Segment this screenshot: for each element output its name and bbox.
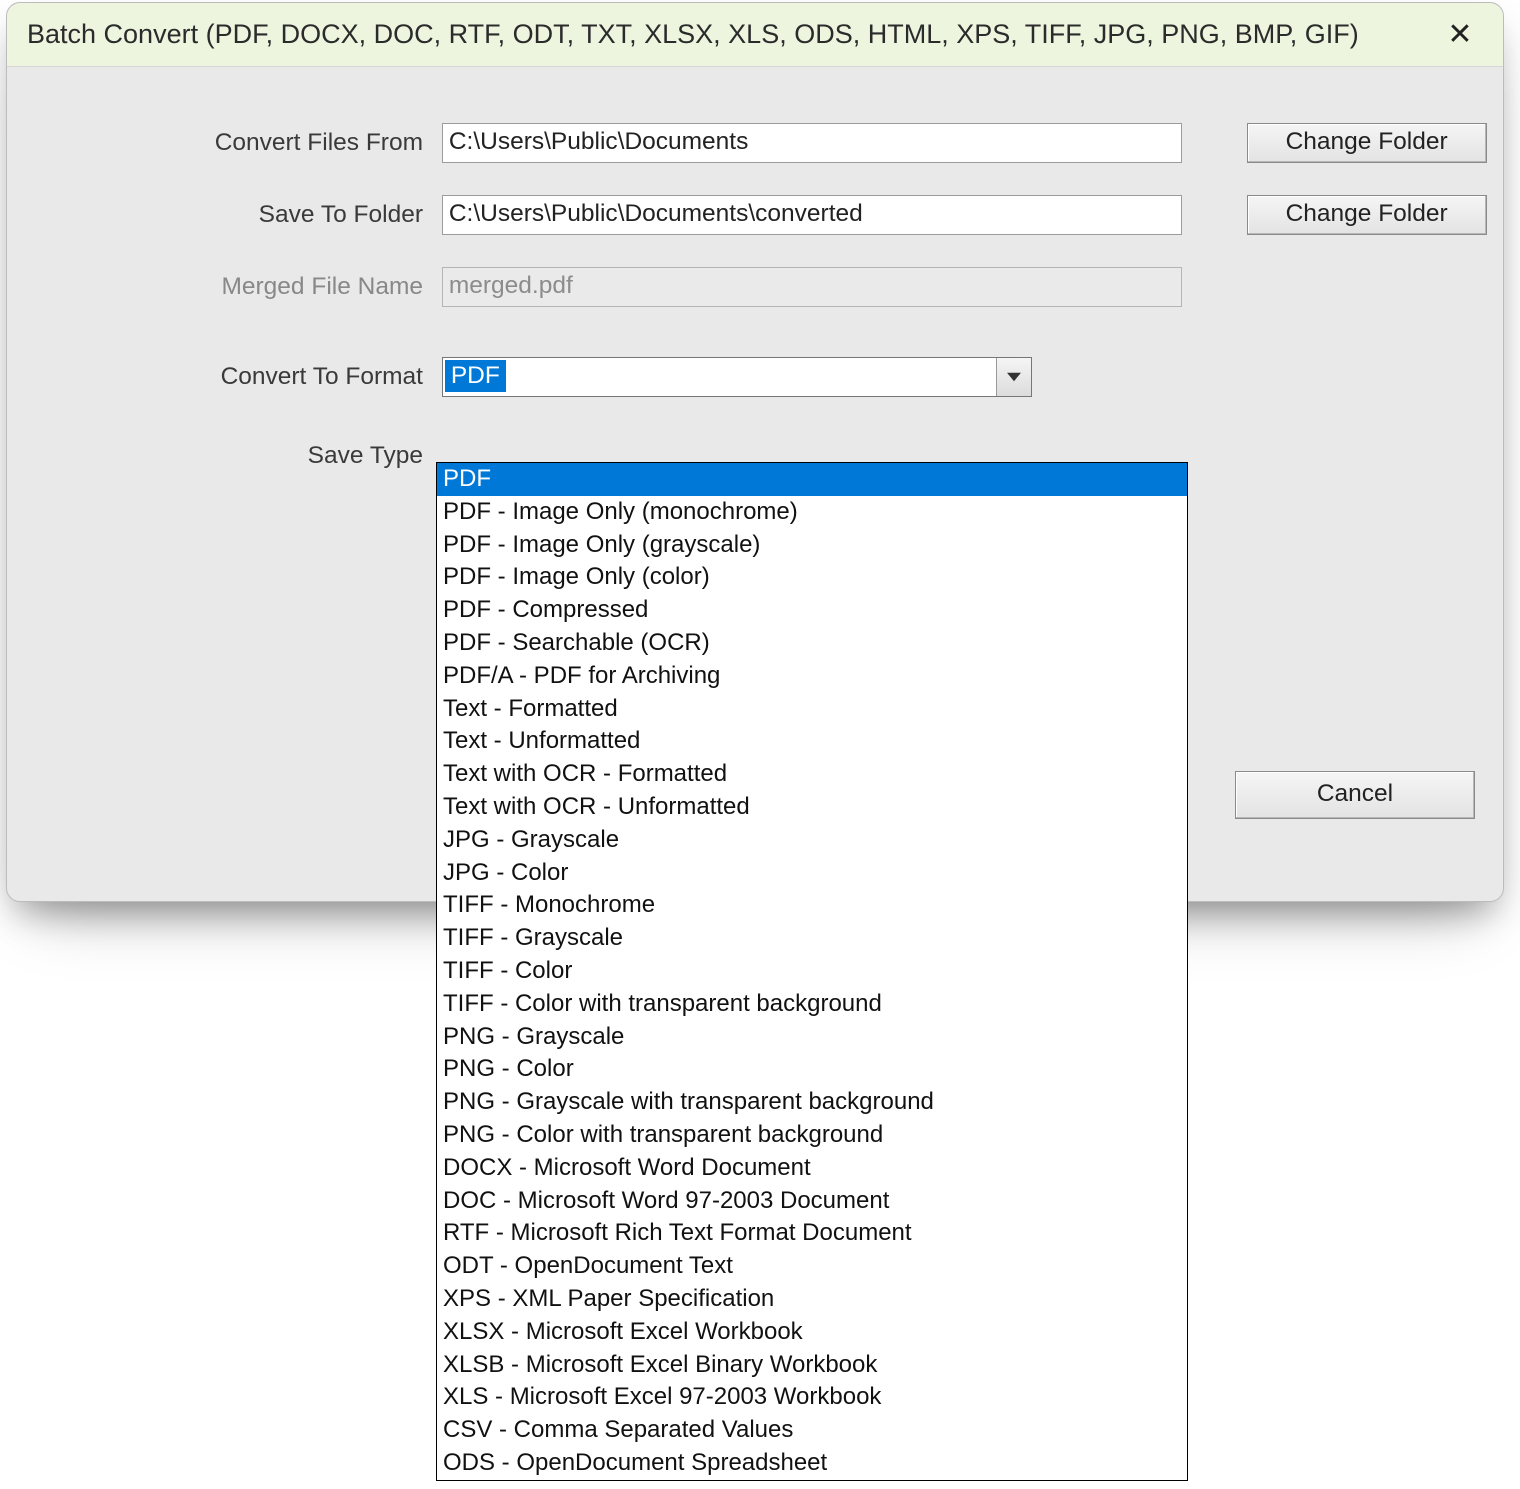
format-option[interactable]: PNG - Color <box>437 1053 1187 1086</box>
dropdown-arrow-icon[interactable] <box>996 358 1031 396</box>
format-option[interactable]: TIFF - Color with transparent background <box>437 988 1187 1021</box>
format-option[interactable]: PDF - Image Only (grayscale) <box>437 529 1187 562</box>
change-folder-from-button[interactable]: Change Folder <box>1247 123 1487 163</box>
convert-files-from-label: Convert Files From <box>7 129 423 157</box>
format-option[interactable]: XPS - XML Paper Specification <box>437 1283 1187 1316</box>
convert-to-format-combobox[interactable]: PDF <box>442 357 1032 397</box>
convert-to-format-label: Convert To Format <box>7 363 423 391</box>
convert-to-format-dropdown-list[interactable]: PDFPDF - Image Only (monochrome)PDF - Im… <box>436 462 1188 1481</box>
format-option[interactable]: PDF - Searchable (OCR) <box>437 627 1187 660</box>
format-option[interactable]: TIFF - Monochrome <box>437 889 1187 922</box>
window-title: Batch Convert (PDF, DOCX, DOC, RTF, ODT,… <box>27 19 1359 50</box>
cancel-button[interactable]: Cancel <box>1235 771 1475 819</box>
format-option[interactable]: PDF <box>437 463 1187 496</box>
format-option[interactable]: XLS - Microsoft Excel 97-2003 Workbook <box>437 1381 1187 1414</box>
format-option[interactable]: CSV - Comma Separated Values <box>437 1414 1187 1447</box>
format-option[interactable]: XLSB - Microsoft Excel Binary Workbook <box>437 1349 1187 1382</box>
change-folder-to-button[interactable]: Change Folder <box>1247 195 1487 235</box>
format-option[interactable]: Text with OCR - Formatted <box>437 758 1187 791</box>
format-option[interactable]: Text - Formatted <box>437 693 1187 726</box>
format-option[interactable]: RTF - Microsoft Rich Text Format Documen… <box>437 1217 1187 1250</box>
save-to-folder-input[interactable]: C:\Users\Public\Documents\converted <box>442 195 1182 235</box>
format-option[interactable]: DOC - Microsoft Word 97-2003 Document <box>437 1185 1187 1218</box>
format-option[interactable]: ODT - OpenDocument Text <box>437 1250 1187 1283</box>
format-option[interactable]: JPG - Color <box>437 857 1187 890</box>
format-option[interactable]: PNG - Grayscale <box>437 1021 1187 1054</box>
save-to-folder-label: Save To Folder <box>7 201 423 229</box>
format-option[interactable]: XLSX - Microsoft Excel Workbook <box>437 1316 1187 1349</box>
format-option[interactable]: Text - Unformatted <box>437 725 1187 758</box>
format-option[interactable]: JPG - Grayscale <box>437 824 1187 857</box>
convert-to-format-selection: PDF <box>445 360 506 392</box>
format-option[interactable]: TIFF - Color <box>437 955 1187 988</box>
merged-file-name-label: Merged File Name <box>7 273 423 301</box>
format-option[interactable]: Text with OCR - Unformatted <box>437 791 1187 824</box>
merged-file-name-input: merged.pdf <box>442 267 1182 307</box>
format-option[interactable]: PDF - Image Only (color) <box>437 561 1187 594</box>
titlebar: Batch Convert (PDF, DOCX, DOC, RTF, ODT,… <box>7 3 1503 67</box>
format-option[interactable]: DOCX - Microsoft Word Document <box>437 1152 1187 1185</box>
format-option[interactable]: PDF/A - PDF for Archiving <box>437 660 1187 693</box>
save-type-label: Save Type <box>7 442 423 470</box>
format-option[interactable]: PDF - Image Only (monochrome) <box>437 496 1187 529</box>
convert-files-from-input[interactable]: C:\Users\Public\Documents <box>442 123 1182 163</box>
close-icon[interactable]: ✕ <box>1441 17 1479 52</box>
format-option[interactable]: ODS - OpenDocument Spreadsheet <box>437 1447 1187 1480</box>
format-option[interactable]: PNG - Grayscale with transparent backgro… <box>437 1086 1187 1119</box>
dialog-body: Convert Files From C:\Users\Public\Docum… <box>7 67 1503 145</box>
format-option[interactable]: TIFF - Grayscale <box>437 922 1187 955</box>
format-option[interactable]: PNG - Color with transparent background <box>437 1119 1187 1152</box>
format-option[interactable]: PDF - Compressed <box>437 594 1187 627</box>
